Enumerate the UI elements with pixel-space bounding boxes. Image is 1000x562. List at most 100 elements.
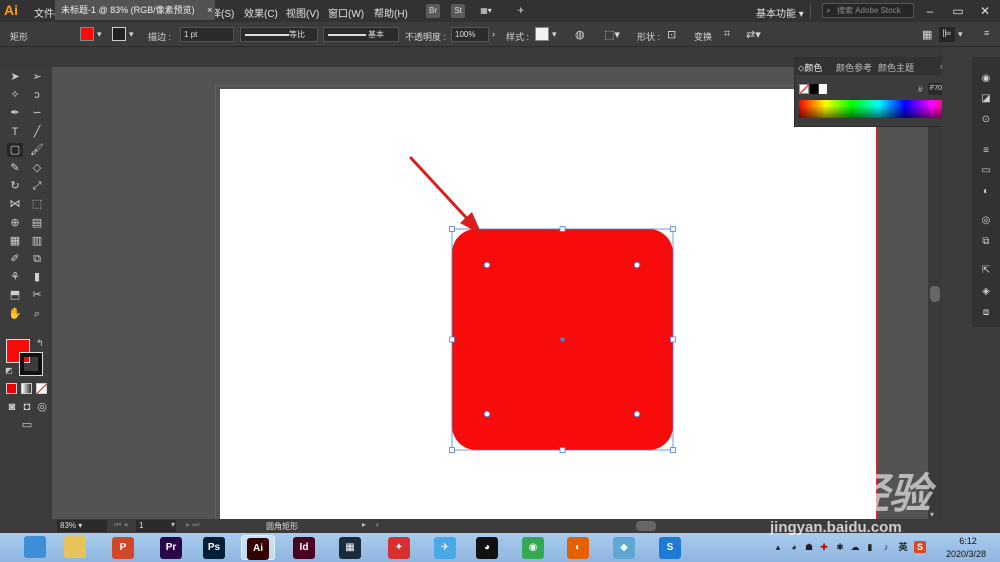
- clock-date[interactable]: 2020/3/28: [938, 549, 994, 559]
- appearance-panel-icon[interactable]: ◎: [979, 214, 993, 228]
- corner-widget-top-left[interactable]: [483, 261, 491, 269]
- variable-width-profile-select[interactable]: 等比: [240, 27, 318, 42]
- control-menu-icon[interactable]: ≡: [984, 28, 989, 38]
- style-dropdown-icon[interactable]: ▾: [552, 29, 557, 40]
- shaper-tool-icon[interactable]: ✎: [7, 161, 23, 175]
- type-tool-icon[interactable]: T: [7, 125, 23, 139]
- color-spectrum-bar[interactable]: [799, 100, 958, 118]
- tray-app-icon[interactable]: ☗: [803, 541, 815, 553]
- transform-reference-icon[interactable]: ⇄▾: [746, 28, 761, 41]
- artboard-navigation-select[interactable]: 1: [136, 520, 176, 532]
- hand-tool-icon[interactable]: ✋: [7, 307, 23, 321]
- gradient-mode-icon[interactable]: [21, 383, 32, 394]
- rotate-tool-icon[interactable]: ↻: [7, 179, 23, 193]
- artboards-panel-icon[interactable]: ⧈: [979, 306, 993, 320]
- opacity-arrow-icon[interactable]: ›: [492, 29, 495, 39]
- illustrator-icon[interactable]: Ai: [241, 535, 275, 560]
- stroke-swatch[interactable]: [112, 27, 126, 41]
- shape-builder-tool-icon[interactable]: ⊕: [7, 216, 23, 230]
- eyedropper-tool-icon[interactable]: ✐: [7, 252, 23, 266]
- video-editor-icon[interactable]: ▦: [333, 535, 367, 560]
- default-colors-icon[interactable]: ◩: [5, 366, 13, 375]
- opacity-input[interactable]: 100%: [451, 27, 489, 42]
- corner-widget-top-right[interactable]: [633, 261, 641, 269]
- scroll-left-icon[interactable]: ‹: [376, 520, 379, 529]
- antivirus-tray-icon[interactable]: ✚: [818, 541, 830, 553]
- document-tab[interactable]: 未标题-1 @ 83% (RGB/像素预览) ×: [55, 0, 215, 20]
- control-dropdown-icon[interactable]: ▾: [958, 29, 963, 40]
- arrange-icon[interactable]: ▦: [922, 28, 932, 41]
- sogou-ime-icon[interactable]: S: [914, 541, 926, 553]
- gpu-performance-icon[interactable]: ✈: [514, 4, 528, 18]
- bridge-icon[interactable]: Br: [426, 4, 440, 18]
- firefox-icon[interactable]: ◐: [561, 535, 595, 560]
- menu-item-5[interactable]: 效果(C): [244, 5, 278, 20]
- layers-panel-icon[interactable]: ◈: [979, 285, 993, 299]
- handle-middle-right[interactable]: [670, 336, 676, 343]
- handle-top-center[interactable]: [559, 226, 566, 232]
- ime-tray-icon[interactable]: 英: [897, 541, 909, 553]
- horizontal-scroll-thumb[interactable]: [636, 521, 656, 531]
- arrange-documents-icon[interactable]: ▦▾: [476, 4, 496, 18]
- status-menu-icon[interactable]: ▸: [362, 520, 366, 529]
- bluetooth-tray-icon[interactable]: ✱: [834, 541, 846, 553]
- stroke-panel-icon[interactable]: ≡: [979, 144, 993, 158]
- stock-icon[interactable]: St: [451, 4, 465, 18]
- lasso-tool-icon[interactable]: ↄ: [29, 88, 45, 102]
- black-swatch[interactable]: [810, 84, 818, 94]
- premiere-icon[interactable]: Pr: [154, 535, 188, 560]
- network-tray-icon[interactable]: ▮: [864, 541, 876, 553]
- color-mode-icon[interactable]: [6, 383, 17, 394]
- tab-close-icon[interactable]: ×: [207, 5, 212, 15]
- draw-behind-icon[interactable]: ◘: [19, 400, 35, 414]
- browser-icon[interactable]: [18, 535, 52, 560]
- transparency-panel-icon[interactable]: ◐: [979, 185, 993, 199]
- align-icon[interactable]: ⬚▾: [604, 28, 620, 41]
- pen-tool-icon[interactable]: ✒: [7, 106, 23, 120]
- handle-middle-left[interactable]: [449, 336, 455, 343]
- media-player-icon[interactable]: ✦: [382, 535, 416, 560]
- tab-color-guide[interactable]: 颜色参考: [836, 61, 872, 74]
- none-mode-icon[interactable]: [36, 383, 47, 395]
- vertical-scroll-thumb[interactable]: [930, 286, 940, 302]
- scale-tool-icon[interactable]: ⤢: [29, 179, 45, 193]
- tab-color[interactable]: ⬦颜色: [798, 61, 822, 74]
- graphic-styles-icon[interactable]: ⧉: [979, 235, 993, 249]
- stock-search-input[interactable]: 搜索 Adobe Stock: [822, 3, 914, 18]
- shape-label[interactable]: 形状 :: [637, 30, 660, 43]
- curvature-tool-icon[interactable]: ∽: [29, 106, 45, 120]
- paintbrush-tool-icon[interactable]: 🖌: [29, 143, 45, 157]
- qq-icon[interactable]: ◕: [470, 535, 504, 560]
- fill-swatch[interactable]: [80, 27, 94, 41]
- slice-tool-icon[interactable]: ✂: [29, 288, 45, 302]
- isolate-object-icon[interactable]: ⌗: [724, 28, 730, 41]
- eraser-tool-icon[interactable]: ◇: [29, 161, 45, 175]
- volume-tray-icon[interactable]: ♪: [880, 541, 892, 553]
- stroke-label[interactable]: 描边 :: [148, 30, 171, 43]
- indesign-icon[interactable]: Id: [287, 535, 321, 560]
- blend-tool-icon[interactable]: ⧉: [29, 252, 45, 266]
- white-swatch[interactable]: [819, 84, 827, 94]
- menu-item-7[interactable]: 窗口(W): [328, 5, 364, 20]
- stroke-weight-input[interactable]: 1 pt: [180, 27, 234, 42]
- export-panel-icon[interactable]: ⇱: [979, 264, 993, 278]
- explorer-icon[interactable]: [58, 535, 92, 560]
- workspace-switcher[interactable]: 基本功能 ▾: [756, 5, 804, 20]
- swap-colors-icon[interactable]: ↰: [36, 338, 44, 349]
- gradient-panel-icon[interactable]: ▭: [979, 164, 993, 178]
- draw-normal-icon[interactable]: ◙: [4, 400, 20, 414]
- clock-time[interactable]: 6:12: [948, 536, 988, 546]
- canvas-area[interactable]: [52, 67, 928, 519]
- draw-inside-icon[interactable]: ◎: [34, 400, 50, 414]
- handle-bottom-left[interactable]: [449, 447, 455, 453]
- photoshop-icon[interactable]: Ps: [197, 535, 231, 560]
- stroke-dropdown-icon[interactable]: ▾: [129, 29, 134, 40]
- symbol-sprayer-tool-icon[interactable]: ⚘: [7, 270, 23, 284]
- fill-dropdown-icon[interactable]: ▾: [97, 29, 102, 40]
- corner-widget-bottom-left[interactable]: [483, 410, 491, 418]
- first-artboard-icon[interactable]: ⏮ ◂: [114, 520, 127, 530]
- libraries-panel-icon[interactable]: ◉: [979, 72, 993, 86]
- maximize-icon[interactable]: ▭: [948, 3, 968, 19]
- zoom-tool-icon[interactable]: ⌕: [29, 307, 45, 321]
- opacity-label[interactable]: 不透明度 :: [405, 30, 446, 43]
